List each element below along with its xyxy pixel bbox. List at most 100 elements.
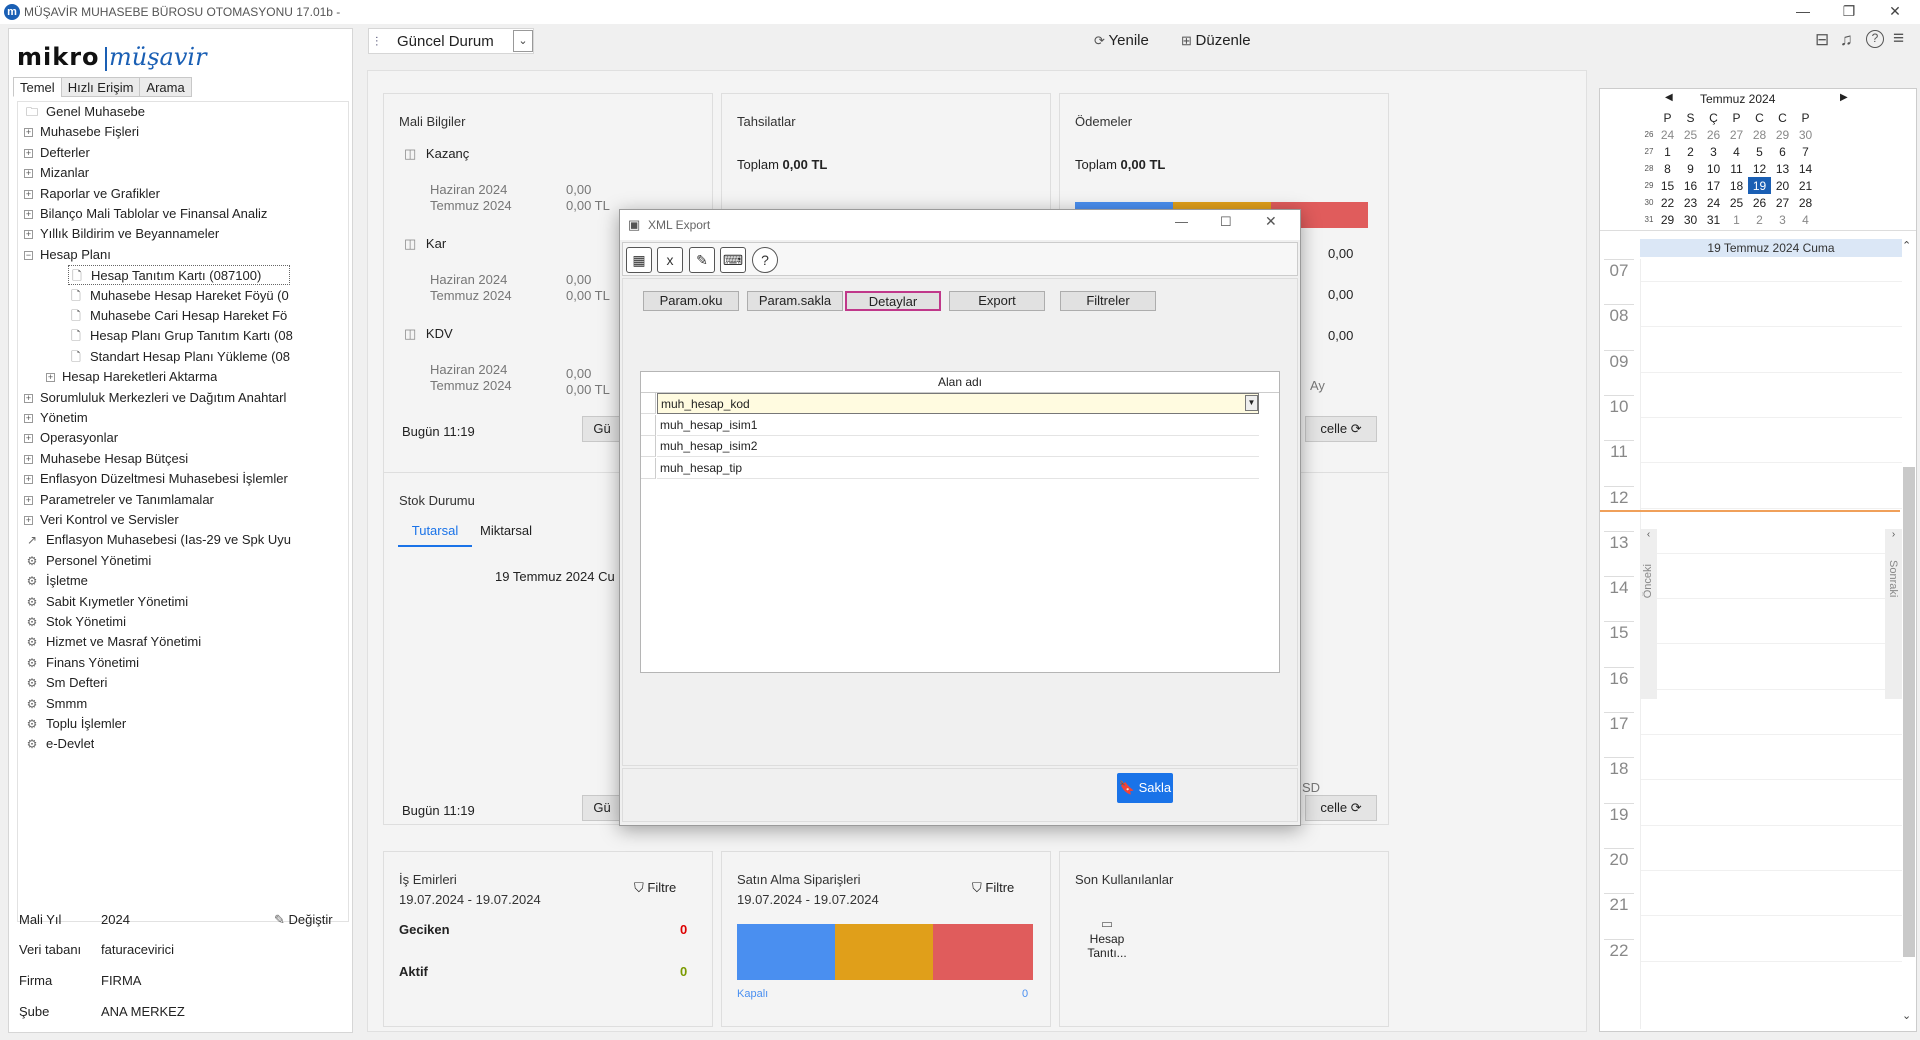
calendar-day[interactable]: 18 [1725, 177, 1748, 194]
help-icon[interactable]: ? [752, 247, 778, 273]
tree-item[interactable]: + Operasyonlar [24, 428, 118, 448]
excel-icon[interactable]: x [657, 247, 683, 273]
calendar-day[interactable]: 8 [1656, 160, 1679, 177]
tree-item[interactable]: 🗀 Genel Muhasebe [24, 102, 145, 122]
tree-item[interactable]: + Bilanço Mali Tablolar ve Finansal Anali… [24, 204, 267, 224]
calendar-day[interactable]: 23 [1679, 194, 1702, 211]
calendar-day[interactable]: 9 [1679, 160, 1702, 177]
edit-button[interactable]: ⊞ Düzenle [1181, 32, 1258, 49]
calendar-day[interactable]: 28 [1794, 194, 1817, 211]
tab-miktarsal[interactable]: Miktarsal [480, 523, 532, 538]
tree-item[interactable]: ⚙ Sabit Kıymetler Yönetimi [24, 592, 189, 612]
calendar-day[interactable]: 28 [1748, 126, 1771, 143]
calendar-day[interactable]: 12 [1748, 160, 1771, 177]
tree-item[interactable]: + Hesap Hareketleri Aktarma [46, 367, 217, 387]
calendar-day[interactable]: 30 [1794, 126, 1817, 143]
tree-item[interactable]: ⚙ Smmm [24, 694, 88, 714]
prev-panel[interactable]: ‹ Önceki [1640, 529, 1657, 699]
grid-row[interactable]: muh_hesap_kod ▼ [641, 393, 1259, 414]
calendar-day[interactable]: 17 [1702, 177, 1725, 194]
tree-item[interactable]: ⚙ Stok Yönetimi [24, 612, 126, 632]
expand-icon[interactable]: + [24, 210, 33, 220]
stok-update-button[interactable]: Gü [582, 795, 622, 821]
satin-alma-filter[interactable]: ⛉ Filtre [972, 880, 1014, 896]
calendar-day[interactable]: 10 [1702, 160, 1725, 177]
calendar-day[interactable]: 16 [1679, 177, 1702, 194]
odeme-refresh-button[interactable]: celle ⟳ [1305, 416, 1377, 442]
tree-item[interactable]: 🗋 Standart Hesap Planı Yükleme (08 [68, 347, 290, 367]
calendar-day[interactable]: 3 [1702, 143, 1725, 160]
expand-icon[interactable]: + [24, 454, 33, 464]
tree-item[interactable]: + Defterler [24, 143, 90, 163]
tab-temel[interactable]: Temel [13, 77, 62, 97]
expand-icon[interactable]: + [46, 373, 55, 383]
row-header[interactable] [641, 393, 656, 414]
help-icon[interactable]: ? [1866, 30, 1884, 48]
expand-icon[interactable]: + [24, 230, 33, 240]
calendar-day[interactable]: 20 [1771, 177, 1794, 194]
calendar-day[interactable]: 26 [1702, 126, 1725, 143]
expand-icon[interactable]: + [24, 414, 33, 424]
tab-tutarsal[interactable]: Tutarsal [398, 523, 472, 547]
export-button[interactable]: Export [949, 291, 1045, 311]
expand-icon[interactable]: + [24, 128, 33, 138]
calendar-day[interactable]: 27 [1771, 194, 1794, 211]
expand-icon[interactable]: + [24, 148, 33, 158]
calendar-day[interactable]: 2 [1679, 143, 1702, 160]
calendar-day[interactable]: 14 [1794, 160, 1817, 177]
change-button[interactable]: ✎ Değiştir [274, 912, 333, 928]
tree-item[interactable]: ↗ Enflasyon Muhasebesi (Ias-29 ve Spk Uyu [24, 530, 291, 550]
prev-month-icon[interactable]: ◀ [1665, 92, 1673, 103]
tree-item[interactable]: 🗋 Hesap Planı Grup Tanıtım Kartı (08 [68, 326, 293, 346]
tab-hizli-erisim[interactable]: Hızlı Erişim [60, 77, 141, 97]
tree-item[interactable]: + Yönetim [24, 408, 88, 428]
expand-icon[interactable]: + [24, 434, 33, 444]
dropdown-arrow-icon[interactable]: ▼ [1245, 395, 1258, 411]
tree-item[interactable]: ⚙ Toplu İşlemler [24, 714, 127, 734]
menu-icon[interactable]: ≡ [1893, 28, 1904, 50]
schedule-area[interactable] [1640, 259, 1902, 1029]
gift-icon[interactable]: ⊟ [1815, 30, 1829, 50]
calendar-day[interactable]: 24 [1702, 194, 1725, 211]
stok-refresh-button[interactable]: celle ⟳ [1305, 795, 1377, 821]
expand-icon[interactable]: + [24, 189, 33, 199]
detaylar-button[interactable]: Detaylar [845, 291, 941, 311]
filtreler-button[interactable]: Filtreler [1060, 291, 1156, 311]
calendar-day[interactable]: 21 [1794, 177, 1817, 194]
calendar-day[interactable]: 4 [1794, 211, 1817, 228]
calendar-day[interactable]: 7 [1794, 143, 1817, 160]
calendar-scrollbar[interactable] [1903, 467, 1915, 957]
collapse-icon[interactable]: − [24, 250, 33, 260]
grid-cell-alan-adi[interactable]: muh_hesap_isim2 [657, 436, 1259, 457]
minimize-button[interactable]: — [1780, 0, 1826, 24]
tree-item[interactable]: ⚙ Personel Yönetimi [24, 551, 152, 571]
tree-item[interactable]: 🗋 Muhasebe Hesap Hareket Föyü (0 [68, 286, 289, 306]
edit-icon[interactable]: ✎ [689, 247, 715, 273]
tree-item[interactable]: 🗋 Muhasebe Cari Hesap Hareket Fö [68, 306, 287, 326]
calendar-day[interactable]: 22 [1656, 194, 1679, 211]
chevron-down-icon[interactable]: ⌄ [513, 30, 533, 52]
grid-cell-alan-adi[interactable]: muh_hesap_isim1 [657, 415, 1259, 436]
sakla-button[interactable]: 🔖 Sakla [1117, 773, 1173, 803]
calendar-day[interactable]: 31 [1702, 211, 1725, 228]
tree-item[interactable]: ⚙ Sm Defteri [24, 673, 108, 693]
mali-update-button[interactable]: Gü [582, 416, 622, 442]
calendar-day[interactable]: 25 [1679, 126, 1702, 143]
tree-item[interactable]: + Muhasebe Hesap Bütçesi [24, 449, 188, 469]
tab-arama[interactable]: Arama [139, 77, 192, 97]
tree-item[interactable]: + Veri Kontrol ve Servisler [24, 510, 179, 530]
grid-cell-alan-adi[interactable]: muh_hesap_tip [657, 458, 1259, 479]
expand-icon[interactable]: + [24, 495, 33, 505]
expand-icon[interactable]: + [24, 169, 33, 179]
grid-cell-alan-adi[interactable]: muh_hesap_kod [657, 393, 1259, 414]
tree-item[interactable]: 🗋 Hesap Tanıtım Kartı (087100) [68, 265, 290, 286]
recent-item[interactable]: ▭ Hesap Tanıtı... [1080, 916, 1134, 960]
calendar-day[interactable]: 6 [1771, 143, 1794, 160]
param-sakla-button[interactable]: Param.sakla [747, 291, 843, 311]
keyboard-icon[interactable]: ⌨ [720, 247, 746, 273]
calendar-day[interactable]: 11 [1725, 160, 1748, 177]
dialog-minimize-button[interactable]: — [1175, 214, 1188, 229]
row-header[interactable] [641, 436, 656, 457]
grid-row[interactable]: muh_hesap_isim1 [641, 414, 1259, 436]
scroll-down-icon[interactable]: ⌄ [1902, 1009, 1911, 1022]
